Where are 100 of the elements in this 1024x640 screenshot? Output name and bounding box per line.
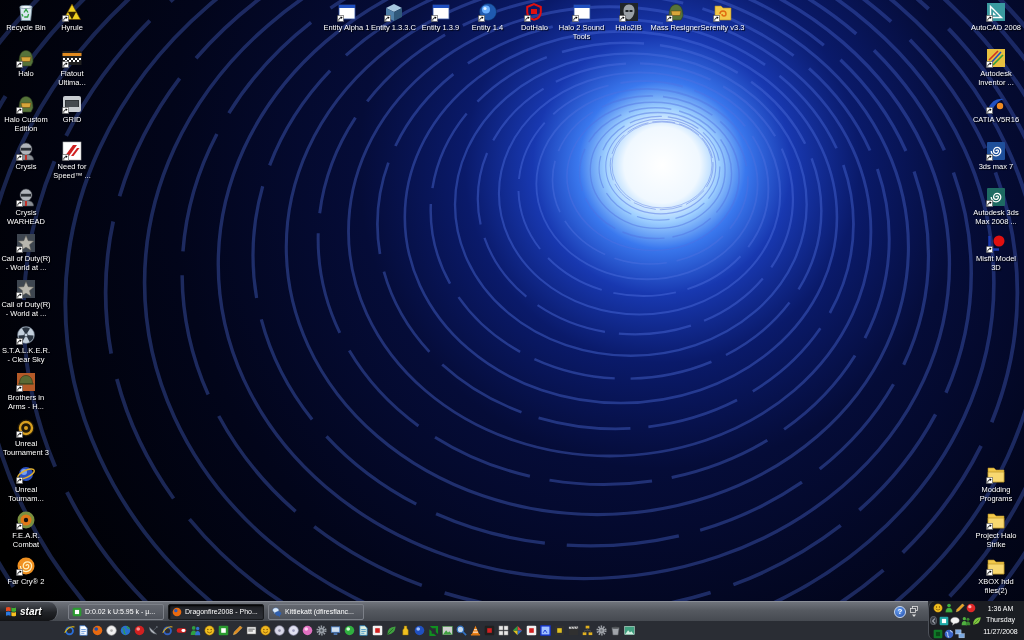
tile-icon[interactable] <box>933 628 943 639</box>
slash-logo-icon <box>62 140 82 161</box>
shortcut-arrow-icon <box>16 384 23 392</box>
tiles-icon[interactable] <box>498 625 509 636</box>
shortcut-arrow-icon <box>62 15 69 22</box>
expand-tray-button[interactable] <box>930 616 937 625</box>
shortcut-arrow-icon <box>16 153 23 161</box>
shield-icon <box>524 2 545 22</box>
speech-bubble-icon[interactable] <box>950 615 960 626</box>
grille-icon <box>62 94 82 115</box>
satellite-dish-icon[interactable] <box>148 625 159 636</box>
tile-icon[interactable] <box>526 625 537 636</box>
tile-icon[interactable] <box>372 625 383 636</box>
shortcut-arrow-icon <box>986 199 993 207</box>
chat-bubbles-icon <box>272 606 282 617</box>
shortcut-arrow-icon <box>16 476 23 484</box>
shortcut-arrow-icon <box>16 292 23 300</box>
shortcut-arrow-icon <box>62 61 69 69</box>
smiley-icon[interactable] <box>260 625 271 636</box>
shortcut-arrow-icon <box>477 15 485 22</box>
tile-icon[interactable] <box>939 615 949 626</box>
tile-icon[interactable] <box>554 625 565 636</box>
orb-icon <box>172 606 182 617</box>
clapboard-icon[interactable] <box>568 625 579 636</box>
shortcut-arrow-icon <box>571 15 579 22</box>
disc-icon[interactable] <box>274 625 285 636</box>
pencil-icon[interactable] <box>955 602 965 613</box>
shortcut-arrow-icon <box>16 107 23 115</box>
corner-arrow-icon[interactable] <box>428 625 439 636</box>
leaf-icon[interactable] <box>972 615 982 626</box>
page-icon[interactable] <box>358 625 369 636</box>
window-icon <box>571 2 592 22</box>
leaf-icon[interactable] <box>386 625 397 636</box>
flag-icon <box>5 606 17 617</box>
people-icon[interactable] <box>190 625 201 636</box>
picture-icon[interactable] <box>442 625 453 636</box>
shortcut-arrow-icon <box>383 15 391 22</box>
shortcut-arrow-icon <box>62 107 69 115</box>
window-icon <box>430 2 451 22</box>
person-icon[interactable] <box>944 602 954 613</box>
smiley-icon[interactable] <box>204 625 215 636</box>
shortcut-arrow-icon <box>986 569 993 577</box>
shortcut-arrow-icon <box>665 15 673 22</box>
people-icon[interactable] <box>961 615 971 626</box>
shortcut-arrow-icon <box>986 107 993 115</box>
shortcut-arrow-icon <box>986 15 993 22</box>
shortcut-arrow-icon <box>16 61 23 69</box>
shortcut-arrow-icon <box>986 245 993 253</box>
orb-icon[interactable] <box>344 625 355 636</box>
shortcut-arrow-icon <box>430 15 438 22</box>
shortcut-arrow-icon <box>16 199 23 207</box>
disc-icon[interactable] <box>288 625 299 636</box>
ring-icon[interactable] <box>64 625 75 636</box>
orb-icon[interactable] <box>966 602 976 613</box>
globe-icon[interactable] <box>944 628 954 639</box>
ring-icon[interactable] <box>162 625 173 636</box>
shortcut-arrow-icon <box>16 569 23 577</box>
windows-stack-icon[interactable] <box>910 605 918 618</box>
gear-icon[interactable] <box>596 625 607 636</box>
shortcut-arrow-icon <box>62 153 69 161</box>
tile-icon[interactable] <box>484 625 495 636</box>
tile-icon[interactable] <box>218 625 229 636</box>
network-icon[interactable] <box>582 625 593 636</box>
tile-icon <box>72 606 82 617</box>
shortcut-arrow-icon <box>712 15 720 22</box>
chevron-icon <box>931 617 936 624</box>
pencil-icon[interactable] <box>232 625 243 636</box>
pinwheel-icon[interactable] <box>512 625 523 636</box>
page-icon[interactable] <box>78 625 89 636</box>
cone-icon[interactable] <box>470 625 481 636</box>
orb-icon[interactable] <box>134 625 145 636</box>
orb-icon[interactable] <box>302 625 313 636</box>
recycle-bin-icon <box>16 2 36 22</box>
window-icon <box>336 2 357 22</box>
start-button[interactable]: start <box>0 602 58 621</box>
orb-icon[interactable] <box>414 625 425 636</box>
globe-icon[interactable] <box>120 625 131 636</box>
smiley-icon[interactable] <box>933 602 943 613</box>
cube-icon <box>383 2 404 22</box>
frame-icon[interactable] <box>540 625 551 636</box>
shortcut-arrow-icon <box>336 15 344 22</box>
shortcut-arrow-icon <box>986 523 993 531</box>
shortcut-arrow-icon <box>16 430 23 438</box>
shortcut-arrow-icon <box>16 245 23 253</box>
shortcut-arrow-icon <box>986 153 993 161</box>
shortcut-arrow-icon <box>618 15 626 22</box>
magnifier-icon[interactable] <box>456 625 467 636</box>
computers-icon[interactable] <box>955 628 965 639</box>
shortcut-arrow-icon <box>986 61 993 69</box>
monitor-icon[interactable] <box>330 625 341 636</box>
shortcut-arrow-icon <box>16 523 23 531</box>
bucket-icon[interactable] <box>610 625 621 636</box>
shortcut-arrow-icon <box>986 476 993 484</box>
bottle-icon[interactable] <box>400 625 411 636</box>
shortcut-arrow-icon <box>524 15 532 22</box>
pill-icon[interactable] <box>176 625 187 636</box>
card-icon[interactable] <box>246 625 257 636</box>
disc-icon[interactable] <box>106 625 117 636</box>
helmet-icon <box>16 48 36 69</box>
gear-icon[interactable] <box>316 625 327 636</box>
